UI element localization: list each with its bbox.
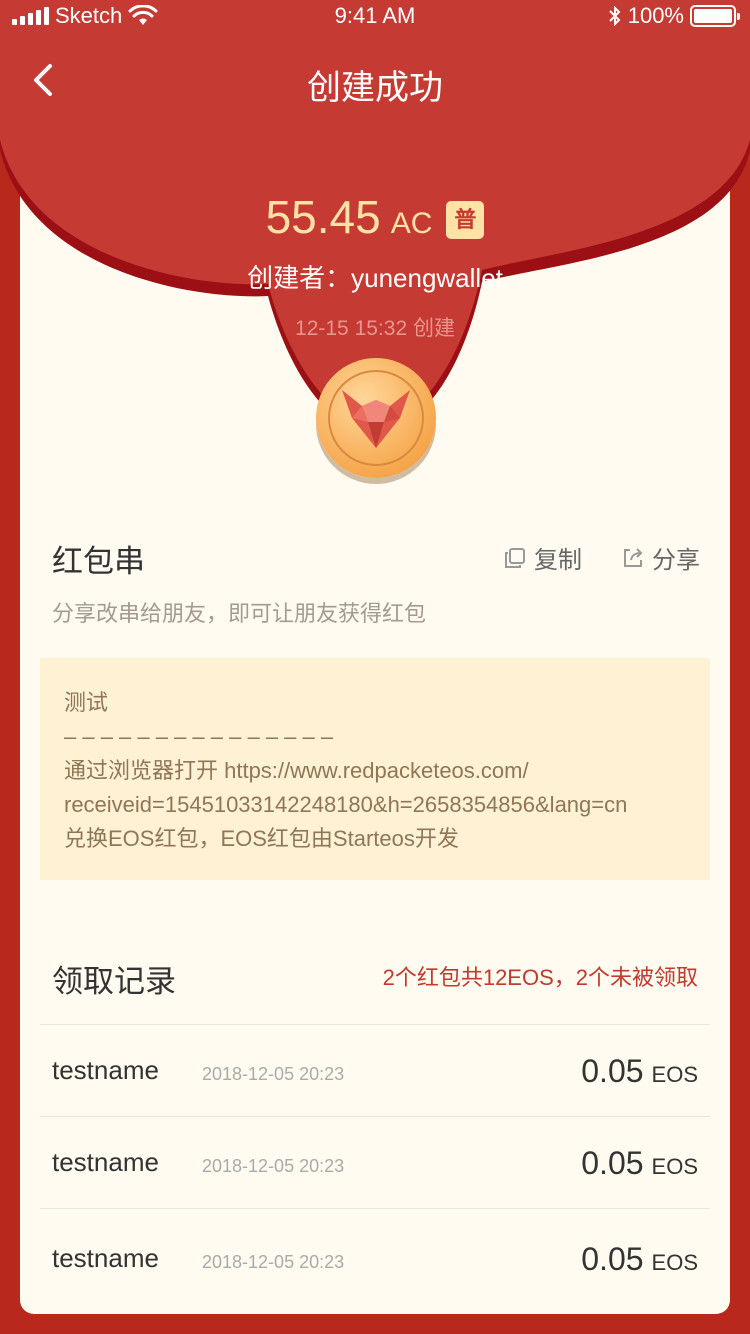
section-title-records: 领取记录	[52, 964, 176, 999]
record-name: testname	[52, 1055, 159, 1085]
packet-string-line: 兑换EOS红包，EOS红包由Starteos开发	[64, 826, 459, 851]
record-amount: 0.05 EOS	[581, 1241, 698, 1278]
record-amount-unit: EOS	[651, 1250, 698, 1275]
record-name: testname	[52, 1243, 159, 1273]
fox-logo-icon	[342, 390, 410, 448]
copy-button[interactable]: 复制	[504, 540, 582, 575]
copy-icon	[505, 547, 525, 568]
table-row: testname 2018-12-05 20:23 0.05 EOS	[40, 1116, 710, 1208]
battery-percent: 100%	[627, 3, 684, 28]
share-icon	[624, 547, 643, 567]
packet-string-line: receiveid=15451033142248180&h=2658354856…	[64, 792, 628, 817]
packet-amount: 55.45 AC 普	[0, 190, 750, 245]
share-button[interactable]: 分享	[622, 540, 700, 575]
record-name: testname	[52, 1147, 159, 1177]
record-time: 2018-12-05 20:23	[202, 1064, 345, 1084]
coin-logo-icon	[316, 358, 436, 478]
packet-string-line: 通过浏览器打开 https://www.redpacketeos.com/	[64, 758, 529, 783]
record-amount-unit: EOS	[651, 1154, 698, 1179]
packet-string-line: 测试	[64, 690, 109, 715]
status-bar: Sketch 9:41 AM 100%	[0, 0, 750, 34]
creator-label: 创建者：	[247, 263, 352, 293]
share-hint: 分享改串给朋友，即可让朋友获得红包	[52, 601, 427, 626]
battery-icon	[690, 5, 740, 27]
records-summary: 2个红包共12EOS，2个未被领取	[382, 965, 698, 990]
amount-value: 55.45	[265, 191, 381, 243]
table-row: testname 2018-12-05 20:23 0.05 EOS	[40, 1208, 710, 1300]
record-amount-unit: EOS	[651, 1062, 698, 1087]
record-amount-value: 0.05	[581, 1145, 644, 1181]
packet-string-box[interactable]: 测试 – – – – – – – – – – – – – – – 通过浏览器打开…	[40, 658, 710, 880]
creator-name: yunengwallet	[351, 263, 503, 293]
record-time: 2018-12-05 20:23	[202, 1252, 345, 1272]
record-amount-value: 0.05	[581, 1241, 644, 1277]
bluetooth-icon	[609, 5, 621, 27]
type-badge: 普	[446, 201, 485, 239]
copy-label: 复制	[534, 547, 582, 574]
section-title-packet-string: 红包串	[52, 544, 145, 579]
table-row: testname 2018-12-05 20:23 0.05 EOS	[40, 1024, 710, 1116]
record-amount-value: 0.05	[581, 1053, 644, 1089]
creator-row: 创建者：yunengwallet	[0, 258, 750, 295]
created-time: 12-15 15:32 创建	[295, 317, 455, 340]
page-title: 创建成功	[307, 69, 443, 107]
record-amount: 0.05 EOS	[581, 1053, 698, 1090]
share-label: 分享	[652, 547, 700, 574]
amount-unit: AC	[390, 207, 433, 240]
record-amount: 0.05 EOS	[581, 1145, 698, 1182]
packet-string-line: – – – – – – – – – – – – – – –	[64, 724, 334, 749]
record-time: 2018-12-05 20:23	[202, 1156, 345, 1176]
